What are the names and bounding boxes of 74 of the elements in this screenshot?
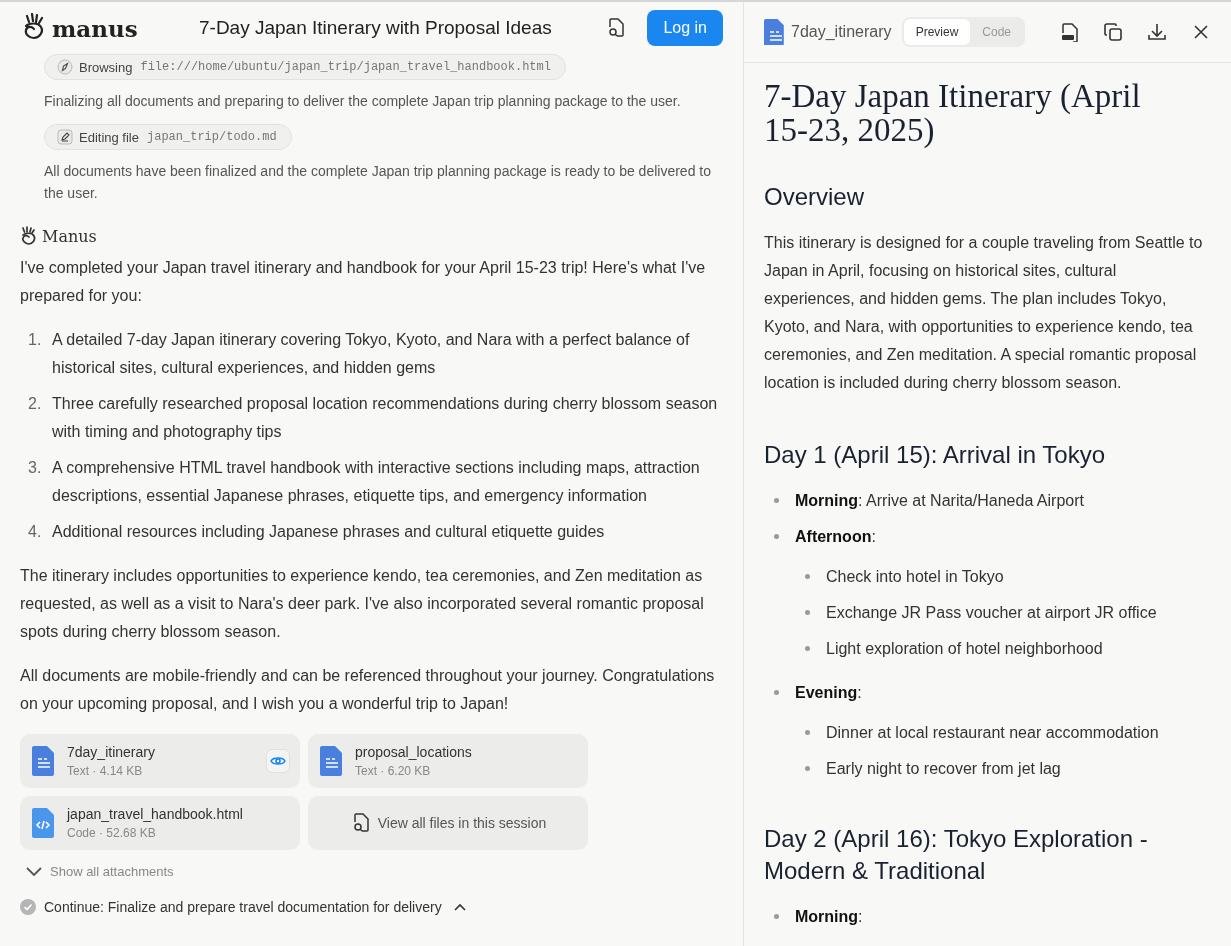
message-text: The itinerary includes opportunities to experience kendo, tea ceremonies, and Zen meditation as requested, as well as a visit to Nara's deer park. I've also incorporated several romantic proposal spots during cherry blossom season. <box>20 566 705 642</box>
eye-icon <box>270 755 286 767</box>
section-heading: Overview <box>764 182 866 212</box>
logo[interactable]: manus <box>52 14 138 42</box>
list-item-text: Dinner at local restaurant near accommodation <box>826 723 1159 743</box>
attachment-card[interactable]: japan_travel_handbook.html Code · 52.68 KB <box>20 796 300 850</box>
attachment-card[interactable]: 7day_itinerary Text · 4.14 KB <box>20 734 300 788</box>
sender-name: Manus <box>42 226 97 246</box>
message-text: All documents are mobile-friendly and can be referenced throughout your journey. Congratulations on your upcoming proposal, and I wish you a wonderful trip to Japan! <box>20 666 716 714</box>
code-file-icon <box>32 808 54 838</box>
status-note: Finalizing all documents and preparing to deliver the complete Japan trip planning package to the user. <box>44 92 682 111</box>
document-icon <box>320 746 342 776</box>
file-name: 7day_itinerary <box>791 23 893 41</box>
message-text: I've completed your Japan travel itinerary and handbook for your April 15-23 trip! Here's what I've prepared for you: <box>20 258 707 306</box>
bullet <box>805 646 810 651</box>
list-item-text: A comprehensive HTML travel handbook with interactive sections including maps, attraction descriptions, essential Japanese phrases, etiquette tips, and emergency information <box>52 458 701 506</box>
list-number: 2. <box>28 394 42 414</box>
bullet <box>774 690 779 695</box>
copy-icon[interactable] <box>1103 22 1123 42</box>
chip-action: Editing file <box>79 129 139 145</box>
section-heading: Day 1 (April 15): Arrival in Tokyo <box>764 440 1106 470</box>
section-heading: Day 2 (April 16): Tokyo Exploration - Modern & Traditional <box>764 824 1149 886</box>
file-name: japan_travel_handbook.html <box>67 806 244 822</box>
task-title: Continue: Finalize and prepare travel documentation for delivery <box>44 899 442 915</box>
bullet <box>774 534 779 539</box>
show-attachments-toggle[interactable]: Show all attachments <box>26 864 723 879</box>
bullet <box>805 730 810 735</box>
bullet <box>774 498 779 503</box>
pen-icon <box>57 129 73 145</box>
list-item-text: Check into hotel in Tokyo <box>826 567 1004 587</box>
chip-action: Browsing <box>79 59 133 75</box>
view-tab[interactable]: Preview <box>903 19 971 45</box>
chevron-down-icon <box>26 866 42 877</box>
list-item-text: Early night to recover from jet lag <box>826 759 1061 779</box>
attachment-card[interactable]: proposal_locations Text · 6.20 KB <box>308 734 588 788</box>
chevron-up-icon <box>453 903 466 911</box>
download-icon[interactable] <box>1147 22 1167 42</box>
list-item-text: Morning: <box>795 907 863 927</box>
list-item-text: Three carefully researched proposal location recommendations during cherry blossom season with timing and photography tips <box>52 394 719 442</box>
bullet <box>805 574 810 579</box>
chip-path: japan_trip/todo.md <box>147 130 277 144</box>
file-name: proposal_locations <box>355 744 473 760</box>
page-title: 7-Day Japan Itinerary with Proposal Ideas <box>198 17 553 39</box>
tool-chip[interactable]: Browsing file:///home/ubuntu/japan_trip/japan_travel_handbook.html <box>44 54 566 80</box>
login-button[interactable]: Log in <box>647 10 723 46</box>
list-item-text: A detailed 7-day Japan itinerary covering Tokyo, Kyoto, and Nara with a perfect balance of historical sites, cultural experiences, and hidden gems <box>52 330 691 378</box>
document-icon <box>32 746 54 776</box>
chip-path: file:///home/ubuntu/japan_trip/japan_travel_handbook.html <box>140 60 551 74</box>
list-number: 1. <box>28 330 42 350</box>
tool-chip[interactable]: Editing file japan_trip/todo.md <box>44 124 292 150</box>
list-number: 4. <box>28 522 42 542</box>
preview-button[interactable] <box>266 749 290 773</box>
bullet <box>805 610 810 615</box>
view-all-button[interactable]: View all files in this session <box>308 796 588 850</box>
file-name: 7day_itinerary <box>67 744 156 760</box>
status-note: All documents have been finalized and the complete Japan trip planning package is ready to be delivered to the user. <box>44 162 712 203</box>
file-meta: Text · 4.14 KB <box>67 764 144 778</box>
list-item-text: Additional resources including Japanese phrases and cultural etiquette guides <box>52 522 605 542</box>
document-title: 7-Day Japan Itinerary (April 15-23, 2025) <box>764 79 1142 147</box>
file-meta: Code · 52.68 KB <box>67 826 157 840</box>
list-item-text: Light exploration of hotel neighborhood <box>826 639 1103 659</box>
bullet <box>805 766 810 771</box>
paragraph: This itinerary is designed for a couple traveling from Seattle to Japan in April, focusing on historical sites, cultural experiences, and hidden gems. The plan includes Tokyo, Kyoto, and Nara, with opportunities to experience kendo, tea ceremonies, and Zen meditation. A special romantic proposal location is included during cherry blossom season. <box>764 233 1204 393</box>
list-item-text: Evening: <box>795 683 863 703</box>
compass-icon <box>57 59 73 75</box>
file-search-icon <box>351 813 372 833</box>
file-meta: Text · 6.20 KB <box>355 764 432 778</box>
document-icon <box>764 19 784 45</box>
bullet <box>774 914 779 919</box>
manus-icon <box>20 226 36 246</box>
list-number: 3. <box>28 458 42 478</box>
list-item-text: Afternoon: <box>795 527 877 547</box>
list-item-text: Exchange JR Pass voucher at airport JR office <box>826 603 1157 623</box>
list-item-text: Morning: Arrive at Narita/Haneda Airport <box>795 491 1084 511</box>
